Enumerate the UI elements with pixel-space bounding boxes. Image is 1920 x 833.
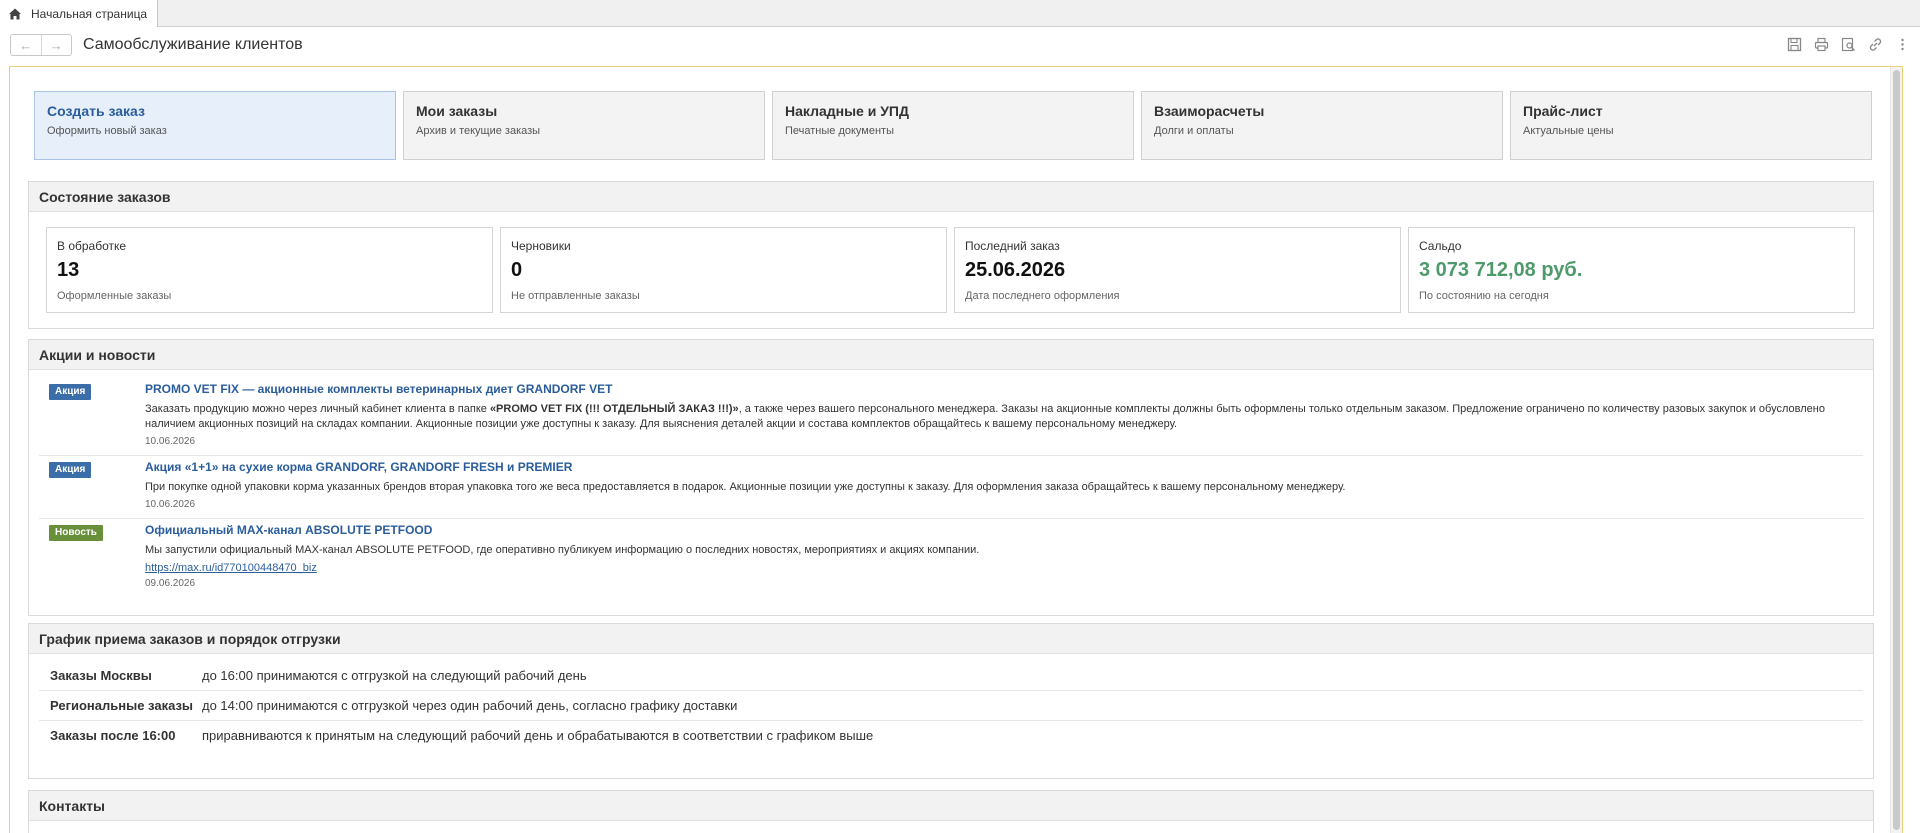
schedule-table: Заказы Москвы до 16:00 принимаются с отг…: [39, 661, 1863, 750]
create-order-card[interactable]: Создать заказ Оформить новый заказ: [34, 91, 396, 160]
card-title: Прайс-лист: [1523, 103, 1603, 119]
contacts-panel: Контакты: [28, 790, 1874, 833]
news-title-link[interactable]: Акция «1+1» на сухие корма GRANDORF, GRA…: [145, 460, 1863, 474]
card-subtitle: Печатные документы: [785, 125, 895, 137]
status-processing: В обработке 13 Оформленные заказы: [46, 227, 493, 313]
price-list-card[interactable]: Прайс-лист Актуальные цены: [1510, 91, 1872, 160]
status-drafts: Черновики 0 Не отправленные заказы: [500, 227, 947, 313]
card-subtitle: Оформить новый заказ: [47, 125, 167, 137]
status-sub: По состоянию на сегодня: [1419, 290, 1549, 302]
schedule-panel: График приема заказов и порядок отгрузки…: [28, 623, 1874, 779]
back-button[interactable]: ←: [11, 35, 41, 55]
home-icon: [9, 8, 21, 19]
status-boxes: В обработке 13 Оформленные заказы Чернов…: [46, 227, 1855, 313]
link-icon[interactable]: [1868, 37, 1883, 52]
channel-link[interactable]: https://max.ru/id770100448470_biz: [145, 562, 1863, 574]
main-content: Создать заказ Оформить новый заказ Мои з…: [9, 66, 1903, 833]
preview-icon[interactable]: [1841, 37, 1856, 52]
save-icon[interactable]: [1787, 37, 1802, 52]
my-orders-card[interactable]: Мои заказы Архив и текущие заказы: [403, 91, 765, 160]
promo-badge: Акция: [49, 384, 92, 400]
forward-button[interactable]: →: [40, 35, 72, 55]
panel-title: Состояние заказов: [29, 182, 1873, 212]
status-sub: Дата последнего оформления: [965, 290, 1120, 302]
schedule-row: Региональные заказы до 14:00 принимаются…: [39, 691, 1863, 721]
status-label: Последний заказ: [965, 239, 1060, 253]
schedule-key: Региональные заказы: [50, 698, 194, 713]
news-item: Акция Акция «1+1» на сухие корма GRANDOR…: [39, 456, 1863, 519]
card-subtitle: Архив и текущие заказы: [416, 125, 541, 137]
card-title: Мои заказы: [416, 103, 498, 119]
settlements-card[interactable]: Взаиморасчеты Долги и оплаты: [1141, 91, 1503, 160]
status-sub: Оформленные заказы: [57, 290, 172, 302]
news-date: 09.06.2026: [145, 578, 196, 589]
title-bar: ← → Самообслуживание клиентов: [0, 27, 1920, 65]
nav-buttons: ← →: [10, 34, 72, 56]
news-title-link[interactable]: Официальный MAX-канал ABSOLUTE PETFOOD: [145, 523, 1863, 537]
status-balance: Сальдо 3 073 712,08 руб. По состоянию на…: [1408, 227, 1855, 313]
news-text: Заказать продукцию можно через личный ка…: [145, 403, 1825, 430]
print-icon[interactable]: [1814, 37, 1829, 52]
status-value: 25.06.2026: [965, 259, 1066, 281]
status-sub: Не отправленные заказы: [511, 290, 640, 302]
more-icon[interactable]: [1895, 37, 1910, 52]
news-list: Акция PROMO VET FIX — акционные комплект…: [39, 378, 1863, 597]
news-badge: Новость: [49, 525, 103, 541]
panel-title: График приема заказов и порядок отгрузки: [29, 624, 1873, 654]
news-date: 10.06.2026: [145, 499, 196, 510]
card-title: Накладные и УПД: [785, 103, 909, 119]
scrollbar-thumb[interactable]: [1893, 70, 1900, 830]
panel-title: Акции и новости: [29, 340, 1873, 370]
news-text: При покупке одной упаковки корма указанн…: [145, 481, 1346, 493]
invoices-card[interactable]: Накладные и УПД Печатные документы: [772, 91, 1134, 160]
arrow-left-icon: ←: [19, 37, 33, 53]
action-cards: Создать заказ Оформить новый заказ Мои з…: [34, 91, 1872, 160]
schedule-value: приравниваются к принятым на следующий р…: [202, 728, 874, 743]
status-label: В обработке: [57, 239, 127, 253]
arrow-right-icon: →: [49, 37, 63, 53]
news-item: Акция PROMO VET FIX — акционные комплект…: [39, 378, 1863, 456]
card-subtitle: Долги и оплаты: [1154, 125, 1234, 137]
balance-value: 3 073 712,08 руб.: [1419, 259, 1583, 281]
toolbar: [1787, 37, 1910, 52]
status-last-order: Последний заказ 25.06.2026 Дата последне…: [954, 227, 1401, 313]
status-label: Сальдо: [1419, 239, 1462, 253]
vertical-scrollbar[interactable]: [1890, 67, 1902, 833]
orders-status-panel: Состояние заказов В обработке 13 Оформле…: [28, 181, 1874, 329]
page-title: Самообслуживание клиентов: [83, 36, 303, 53]
schedule-row: Заказы Москвы до 16:00 принимаются с отг…: [39, 661, 1863, 691]
card-subtitle: Актуальные цены: [1523, 125, 1614, 137]
news-date: 10.06.2026: [145, 436, 196, 447]
status-label: Черновики: [511, 239, 571, 253]
tab-home[interactable]: Начальная страница: [0, 0, 158, 27]
tab-bar: Начальная страница: [0, 0, 1920, 27]
card-title: Создать заказ: [47, 103, 145, 119]
schedule-value: до 14:00 принимаются с отгрузкой через о…: [202, 698, 738, 713]
status-value: 0: [511, 259, 523, 281]
status-value: 13: [57, 259, 80, 281]
schedule-key: Заказы после 16:00: [50, 728, 176, 743]
panel-title: Контакты: [29, 791, 1873, 821]
schedule-key: Заказы Москвы: [50, 668, 152, 683]
news-panel: Акции и новости Акция PROMO VET FIX — ак…: [28, 339, 1874, 616]
tab-label: Начальная страница: [31, 6, 148, 21]
card-title: Взаиморасчеты: [1154, 103, 1265, 119]
schedule-row: Заказы после 16:00 приравниваются к прин…: [39, 721, 1863, 750]
news-title-link[interactable]: PROMO VET FIX — акционные комплекты вете…: [145, 382, 1863, 396]
news-item: Новость Официальный MAX-канал ABSOLUTE P…: [39, 519, 1863, 597]
schedule-value: до 16:00 принимаются с отгрузкой на след…: [202, 668, 587, 683]
promo-badge: Акция: [49, 462, 92, 478]
news-text: Мы запустили официальный MAX-канал ABSOL…: [145, 544, 980, 556]
